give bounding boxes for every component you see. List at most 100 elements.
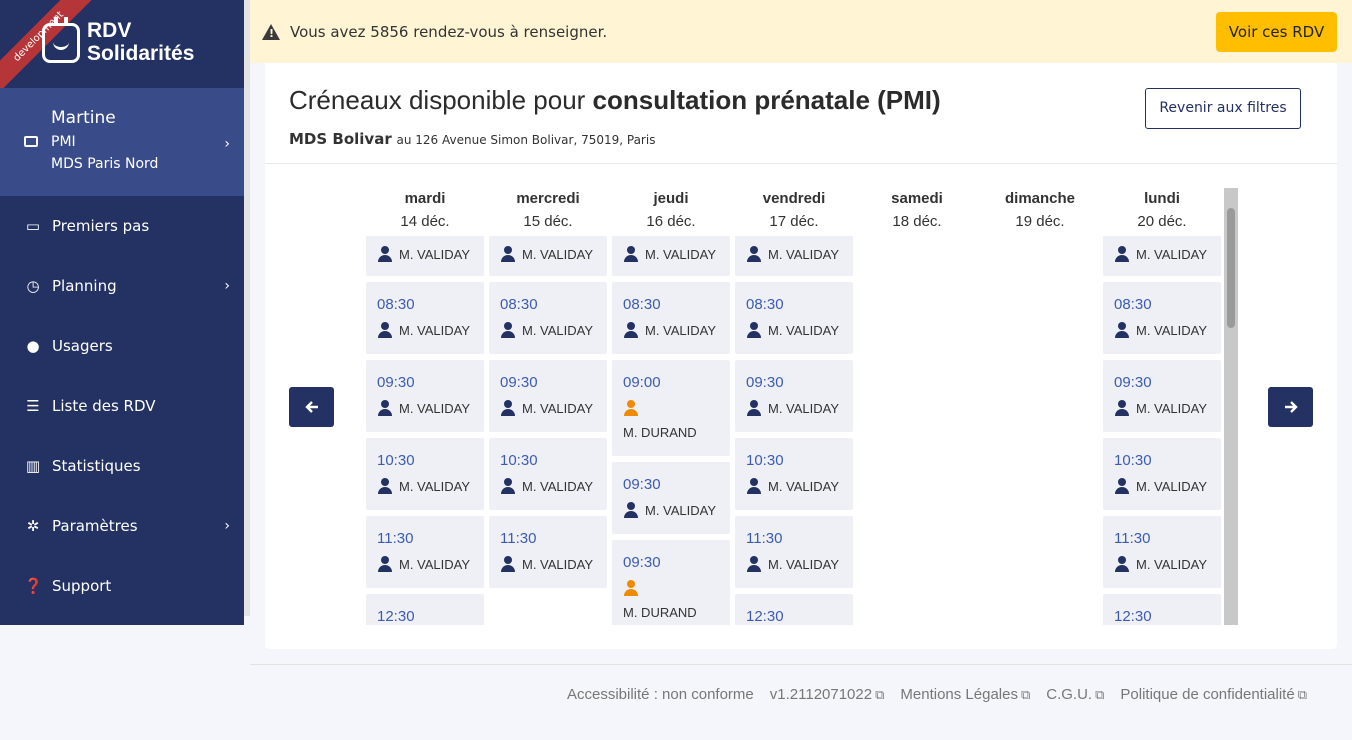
nav-item-liste-des-rdv[interactable]: ☰ Liste des RDV xyxy=(0,376,244,436)
footer-link[interactable]: Accessibilité : non conforme xyxy=(567,686,754,703)
time-slot[interactable]: 11:30 M. VALIDAY xyxy=(735,516,853,588)
footer-link[interactable]: Mentions Légales ⧉ xyxy=(900,686,1030,703)
time-slot[interactable]: 09:30 M. VALIDAY xyxy=(489,360,607,432)
time-slot[interactable]: M. VALIDAY xyxy=(1103,236,1221,276)
agent-name: M. VALIDAY xyxy=(645,322,717,338)
time-slot[interactable]: 12:30 xyxy=(1103,594,1221,625)
person-icon xyxy=(746,246,762,262)
slot-agent: M. VALIDAY xyxy=(377,400,470,416)
person-icon xyxy=(1114,556,1130,572)
slot-agent: M. VALIDAY xyxy=(500,478,593,494)
time-slot[interactable]: 09:00 M. DURAND xyxy=(612,360,730,456)
chevron-right-icon: › xyxy=(224,136,230,152)
time-slot[interactable]: 11:30 M. VALIDAY xyxy=(1103,516,1221,588)
day-column: samedi 18 déc. xyxy=(858,188,976,625)
footer-divider xyxy=(250,664,1352,665)
footer-link-label: Accessibilité : non conforme xyxy=(567,686,754,703)
slot-agent: M. VALIDAY xyxy=(746,478,839,494)
time-slot[interactable]: 10:30 M. VALIDAY xyxy=(735,438,853,510)
person-icon xyxy=(746,322,762,338)
slot-agent: M. VALIDAY xyxy=(746,246,839,262)
brand[interactable]: development RDV Solidarités xyxy=(0,0,244,105)
time-slot[interactable]: 08:30 M. VALIDAY xyxy=(489,282,607,354)
footer-link[interactable]: v1.2112071022 ⧉ xyxy=(770,686,885,703)
clock-icon: ◷ xyxy=(26,277,40,295)
time-slot[interactable]: 09:30 M. VALIDAY xyxy=(1103,360,1221,432)
time-slot[interactable]: 08:30 M. VALIDAY xyxy=(366,282,484,354)
agent-name: M. VALIDAY xyxy=(768,322,840,338)
agent-name: M. VALIDAY xyxy=(399,246,471,262)
time-slot[interactable]: M. VALIDAY xyxy=(735,236,853,276)
footer-link[interactable]: C.G.U. ⧉ xyxy=(1046,686,1104,703)
day-name: jeudi xyxy=(653,190,689,207)
agent-name: Martine xyxy=(51,108,116,128)
agent-name: M. VALIDAY xyxy=(522,556,594,572)
time-slot[interactable]: 08:30 M. VALIDAY xyxy=(1103,282,1221,354)
day-date: 18 déc. xyxy=(892,213,942,230)
time-slot[interactable]: 12:30 xyxy=(735,594,853,625)
sidebar-scrollbar[interactable] xyxy=(244,0,250,616)
time-slot[interactable]: 12:30 xyxy=(366,594,484,625)
slot-time: 08:30 xyxy=(746,296,784,313)
footer-link-label: Politique de confidentialité xyxy=(1120,686,1295,703)
lieu-address: au 126 Avenue Simon Bolivar, 75019, Pari… xyxy=(396,133,656,147)
nav-item-planning[interactable]: ◷ Planning › xyxy=(0,256,244,316)
time-slot[interactable]: M. VALIDAY xyxy=(489,236,607,276)
slot-agent: M. VALIDAY xyxy=(1114,246,1207,262)
agent-name: M. VALIDAY xyxy=(522,400,594,416)
lieu-name: MDS Bolivar xyxy=(289,130,392,148)
slot-time: 09:30 xyxy=(1114,374,1152,391)
slot-time: 09:30 xyxy=(746,374,784,391)
nav-item-premiers-pas[interactable]: ▭ Premiers pas xyxy=(0,196,244,256)
time-slot[interactable]: 09:30 M. DURAND xyxy=(612,540,730,625)
person-icon xyxy=(623,580,639,596)
footer: Accessibilité : non conforme v1.211207102… xyxy=(567,686,1307,703)
time-slot[interactable]: 10:30 M. VALIDAY xyxy=(1103,438,1221,510)
card-header: Créneaux disponible pour consultation pr… xyxy=(265,63,1337,164)
day-column: vendredi 17 déc. M. VALIDAY 08:30 M. VALIDAY… xyxy=(735,188,853,625)
warning-icon xyxy=(262,23,280,40)
scrollbar-thumb[interactable] xyxy=(1227,208,1235,328)
slot-time: 12:30 xyxy=(1114,608,1152,625)
slot-agent: M. VALIDAY xyxy=(746,400,839,416)
time-slot[interactable]: 08:30 M. VALIDAY xyxy=(735,282,853,354)
agent-name: M. VALIDAY xyxy=(1136,400,1208,416)
view-rdv-button[interactable]: Voir ces RDV xyxy=(1216,12,1337,52)
service-name: PMI xyxy=(51,134,76,150)
footer-link[interactable]: Politique de confidentialité ⧉ xyxy=(1120,686,1307,703)
time-slot[interactable]: 11:30 M. VALIDAY xyxy=(489,516,607,588)
back-to-filters-button[interactable]: Revenir aux filtres xyxy=(1145,88,1301,129)
previous-week-button[interactable] xyxy=(289,387,334,427)
time-slot[interactable]: 09:30 M. VALIDAY xyxy=(612,462,730,534)
time-slot[interactable]: 10:30 M. VALIDAY xyxy=(489,438,607,510)
external-link-icon: ⧉ xyxy=(1020,687,1031,702)
title-motif: consultation prénatale (PMI) xyxy=(592,85,941,115)
nav-item-statistiques[interactable]: ▥ Statistiques xyxy=(0,436,244,496)
slot-time: 11:30 xyxy=(500,530,537,547)
time-slot[interactable]: 09:30 M. VALIDAY xyxy=(366,360,484,432)
day-name: samedi xyxy=(891,190,943,207)
time-slot[interactable]: 09:30 M. VALIDAY xyxy=(735,360,853,432)
nav-item-support[interactable]: ❓ Support xyxy=(0,556,244,616)
organisation-switcher[interactable]: Martine PMI MDS Paris Nord › xyxy=(0,88,244,196)
calendar-scrollbar[interactable] xyxy=(1224,188,1238,625)
time-slot[interactable]: 08:30 M. VALIDAY xyxy=(612,282,730,354)
slot-time: 09:30 xyxy=(623,476,661,493)
external-link-icon: ⧉ xyxy=(875,687,885,702)
nav-item-paramètres[interactable]: ✲ Paramètres › xyxy=(0,496,244,556)
nav-item-usagers[interactable]: ● Usagers xyxy=(0,316,244,376)
person-icon xyxy=(623,246,639,262)
day-header: lundi 20 déc. xyxy=(1103,188,1221,236)
person-icon xyxy=(377,556,393,572)
time-slot[interactable]: M. VALIDAY xyxy=(612,236,730,276)
time-slot[interactable]: 10:30 M. VALIDAY xyxy=(366,438,484,510)
time-slot[interactable]: M. VALIDAY xyxy=(366,236,484,276)
day-header: mardi 14 déc. xyxy=(366,188,484,236)
time-slot[interactable]: 11:30 M. VALIDAY xyxy=(366,516,484,588)
agent-name: M. VALIDAY xyxy=(768,246,840,262)
next-week-button[interactable] xyxy=(1268,387,1313,427)
day-name: vendredi xyxy=(762,190,826,207)
person-icon xyxy=(500,478,516,494)
agent-name: M. VALIDAY xyxy=(399,322,471,338)
slot-agent: M. VALIDAY xyxy=(1114,556,1207,572)
